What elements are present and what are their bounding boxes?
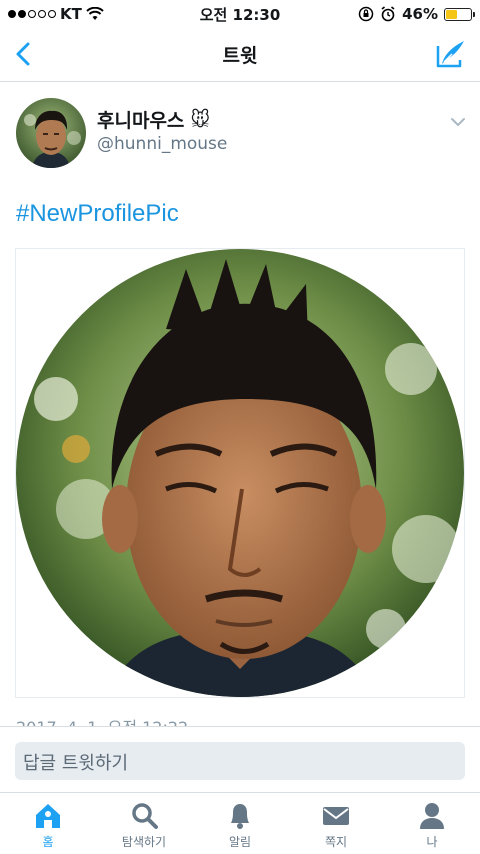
tab-explore[interactable]: 탐색하기 (96, 793, 192, 854)
battery-icon (444, 7, 475, 21)
tab-explore-label: 탐색하기 (121, 835, 167, 849)
battery-fill (446, 9, 458, 19)
tab-me-label: 나 (426, 835, 438, 849)
reply-input[interactable]: 답글 트윗하기 (15, 742, 465, 780)
tab-me[interactable]: 나 (384, 793, 480, 854)
tweet-media[interactable] (15, 248, 465, 698)
battery-percent: 46% (402, 5, 438, 23)
display-name[interactable]: 후니마우스 (97, 106, 184, 133)
tab-notifications-label: 알림 (228, 835, 252, 849)
mouse-emoji-icon: 🐭 (190, 108, 211, 131)
tab-bar: 홈 탐색하기 알림 쪽지 나 (0, 792, 480, 854)
tab-home[interactable]: 홈 (0, 793, 96, 854)
tab-messages-label: 쪽지 (324, 835, 348, 849)
chevron-down-icon[interactable] (448, 112, 468, 132)
orientation-lock-icon (358, 6, 374, 22)
profile-photo-image (16, 249, 464, 697)
search-icon (132, 803, 158, 829)
page-title: 트윗 (222, 45, 258, 67)
tab-notifications[interactable]: 알림 (192, 793, 288, 854)
hashtag-link[interactable]: #NewProfilePic (16, 200, 179, 228)
user-handle[interactable]: @hunni_mouse (97, 134, 227, 154)
status-right: 46% (358, 5, 475, 23)
author-name-row[interactable]: 후니마우스 🐭 (97, 106, 210, 133)
alarm-icon (381, 6, 395, 22)
person-icon (420, 803, 444, 829)
home-icon (36, 804, 60, 828)
back-chevron-icon[interactable] (8, 38, 40, 70)
reply-bar: 답글 트윗하기 (0, 726, 480, 792)
avatar[interactable] (16, 98, 86, 168)
tab-messages[interactable]: 쪽지 (288, 793, 384, 854)
envelope-icon (323, 807, 349, 825)
compose-tweet-icon[interactable] (434, 38, 468, 70)
status-bar: KT 오전 12:30 46% (0, 0, 480, 28)
bell-icon (231, 804, 249, 829)
nav-bar: 트윗 (0, 28, 480, 82)
tab-home-label: 홈 (42, 835, 54, 849)
avatar-image (16, 98, 86, 168)
